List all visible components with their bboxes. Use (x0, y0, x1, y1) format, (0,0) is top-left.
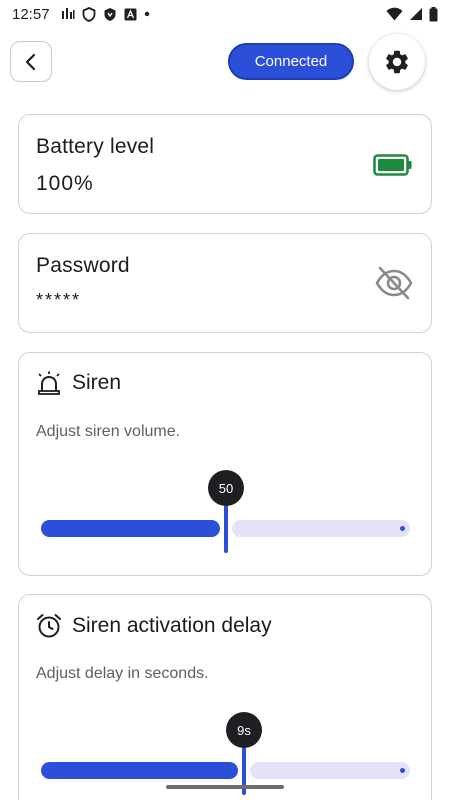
siren-delay-slider[interactable]: 9s (41, 712, 410, 795)
siren-volume-thumb[interactable] (224, 505, 228, 553)
siren-icon (36, 371, 62, 395)
siren-delay-value-label: 9s (226, 712, 262, 748)
siren-title: Siren (72, 371, 122, 394)
siren-volume-track-active (41, 520, 220, 537)
chevron-left-icon (23, 53, 39, 71)
battery-level-card: Battery level 100% (18, 114, 432, 214)
dot-icon (144, 11, 150, 17)
battery-level-title: Battery level (36, 135, 155, 158)
shield-icon (82, 6, 96, 22)
siren-delay-title: Siren activation delay (72, 614, 272, 637)
status-bar: 12:57 (0, 0, 450, 28)
siren-header: Siren (36, 371, 121, 395)
siren-delay-track-active (41, 762, 238, 779)
siren-volume-slider[interactable]: 50 (41, 470, 410, 553)
connection-status-label: Connected (254, 53, 328, 70)
siren-delay-track-inactive (250, 762, 410, 779)
cell-signal-icon (409, 7, 423, 21)
siren-delay-card: Siren activation delay Adjust delay in s… (18, 594, 432, 800)
siren-delay-header: Siren activation delay (36, 613, 272, 639)
battery-full-icon (373, 154, 413, 181)
back-button[interactable] (10, 41, 52, 82)
shield-filled-icon (103, 7, 117, 22)
alarm-clock-icon (36, 613, 62, 639)
battery-level-value: 100% (36, 172, 94, 195)
siren-volume-value-label: 50 (208, 470, 244, 506)
password-value: ***** (36, 290, 82, 310)
siren-delay-track-end (400, 768, 405, 773)
password-title: Password (36, 254, 130, 277)
signal-bars-icon (61, 7, 75, 21)
siren-description: Adjust siren volume. (36, 423, 181, 440)
siren-volume-track-inactive (232, 520, 410, 537)
connection-status-button[interactable]: Connected (228, 43, 354, 80)
battery-icon (429, 6, 438, 22)
siren-volume-track-end (400, 526, 405, 531)
siren-card: Siren Adjust siren volume. 50 (18, 352, 432, 576)
status-left: 12:57 (12, 6, 150, 23)
gesture-nav-handle (166, 785, 284, 789)
eye-off-icon[interactable] (375, 266, 413, 305)
wifi-icon (386, 7, 403, 21)
status-right (386, 6, 438, 22)
a-badge-icon (124, 8, 137, 21)
gear-icon (383, 48, 411, 76)
settings-button[interactable] (369, 34, 425, 90)
siren-delay-description: Adjust delay in seconds. (36, 665, 209, 682)
password-card: Password ***** (18, 233, 432, 333)
status-time: 12:57 (12, 5, 50, 23)
